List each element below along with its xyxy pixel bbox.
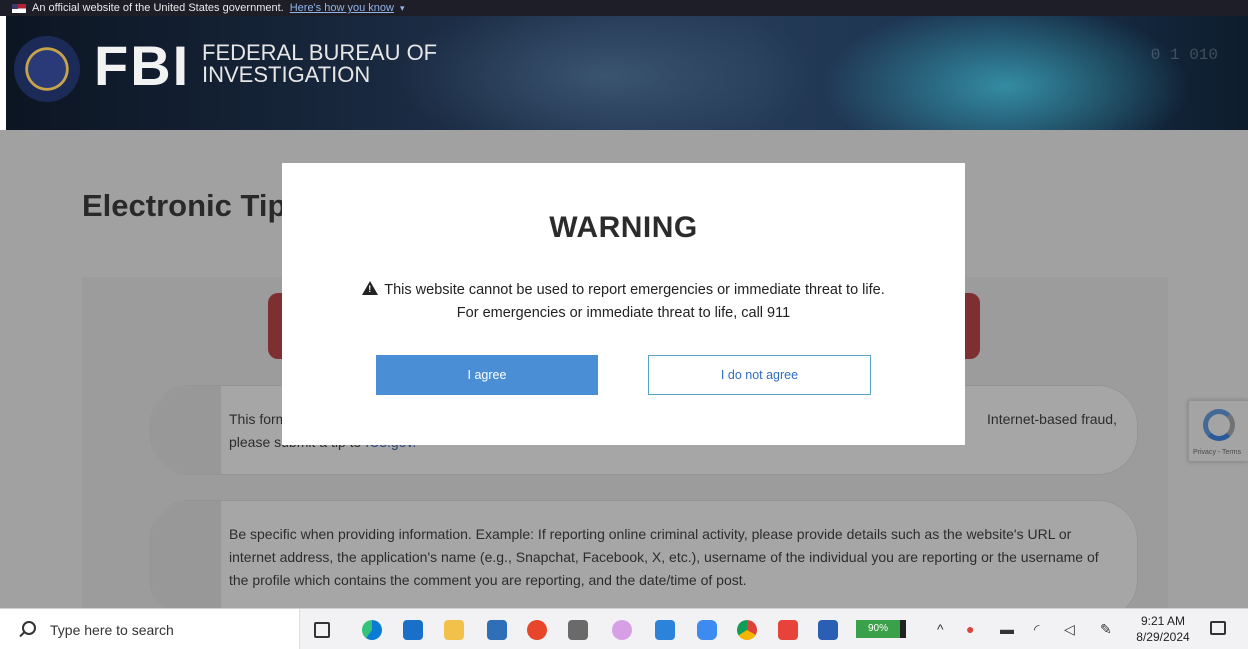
calculator-icon[interactable] <box>568 620 588 640</box>
notification-icon[interactable] <box>1210 621 1226 635</box>
header-decoration-digits: 0 1 010 <box>1150 46 1218 64</box>
taskbar-clock[interactable]: 9:21 AM 8/29/2024 <box>1128 613 1198 645</box>
edge-icon[interactable] <box>362 620 382 640</box>
modal-title: WARNING <box>549 211 698 244</box>
windows-taskbar: Type here to search 90% ^ ● ▬ ◜ ◁ ✎ 9:21… <box>0 608 1248 649</box>
zoom-icon[interactable] <box>697 620 717 640</box>
task-view-icon[interactable] <box>314 622 330 638</box>
agree-button[interactable]: I agree <box>376 355 598 395</box>
search-icon <box>22 621 36 635</box>
mail-icon[interactable] <box>403 620 423 640</box>
modal-line2: For emergencies or immediate threat to l… <box>456 305 791 321</box>
chevron-up-icon[interactable]: ^ <box>937 621 944 637</box>
fbi-logo[interactable]: FBI <box>94 36 190 96</box>
gov-banner-text: An official website of the United States… <box>32 2 284 14</box>
learn-badge-icon[interactable] <box>487 620 507 640</box>
agency-name[interactable]: FEDERAL BUREAU OF INVESTIGATION <box>202 42 437 86</box>
heres-how-you-know-link[interactable]: Here's how you know <box>290 0 394 16</box>
disagree-button[interactable]: I do not agree <box>648 355 871 395</box>
fbi-seal-icon[interactable] <box>14 36 80 102</box>
remote-desktop-icon[interactable] <box>655 620 675 640</box>
chevron-down-icon[interactable]: ▾ <box>400 0 405 16</box>
battery-indicator[interactable]: 90% <box>856 620 906 638</box>
volume-icon[interactable]: ◁ <box>1064 621 1075 638</box>
battery-icon[interactable]: ▬ <box>1000 621 1014 637</box>
chrome-icon[interactable] <box>737 620 757 640</box>
clock-time: 9:21 AM <box>1140 614 1186 628</box>
file-explorer-icon[interactable] <box>444 620 464 640</box>
clock-date: 8/29/2024 <box>1136 630 1190 644</box>
modal-line1-text: This website cannot be used to report em… <box>384 282 885 298</box>
tray-app-icon[interactable]: ● <box>966 621 974 637</box>
word-icon[interactable] <box>818 620 838 640</box>
agency-name-line1: FEDERAL BUREAU OF <box>202 40 438 65</box>
site-header: FBI FEDERAL BUREAU OF INVESTIGATION 0 1 … <box>6 16 1248 130</box>
modal-line1: This website cannot be used to report em… <box>282 280 965 298</box>
warning-icon <box>362 281 379 295</box>
snipping-icon[interactable] <box>612 620 632 640</box>
warning-modal: WARNING This website cannot be used to r… <box>282 163 965 445</box>
wifi-icon[interactable]: ◜ <box>1034 621 1039 638</box>
gov-banner: An official website of the United States… <box>0 0 1248 16</box>
anydesk-icon[interactable] <box>778 620 798 640</box>
agency-name-line2: INVESTIGATION <box>202 62 371 87</box>
search-input[interactable]: Type here to search <box>50 622 174 638</box>
taskbar-search[interactable]: Type here to search <box>0 609 300 649</box>
opera-icon[interactable] <box>527 620 547 640</box>
pen-icon[interactable]: ✎ <box>1100 621 1112 638</box>
us-flag-icon <box>12 3 26 13</box>
